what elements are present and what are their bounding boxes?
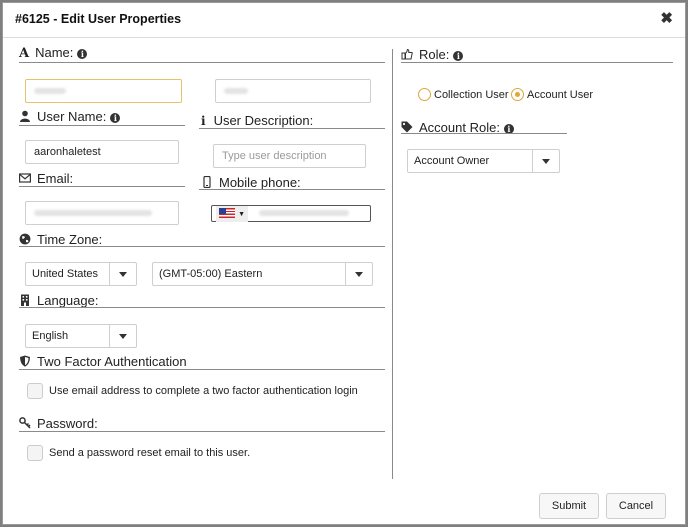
- mobile-phone-input[interactable]: ▼: [211, 205, 371, 222]
- shield-icon: [20, 355, 30, 367]
- timezone-select-value: (GMT-05:00) Eastern: [159, 268, 263, 280]
- two-factor-heading: Two Factor Authentication: [19, 354, 187, 369]
- info-icon[interactable]: i: [110, 113, 121, 123]
- email-label: Email:: [37, 171, 74, 186]
- key-icon: [19, 417, 31, 429]
- divider: [19, 62, 385, 63]
- close-icon[interactable]: ✖: [660, 10, 673, 28]
- username-heading: User Name: i: [19, 109, 121, 124]
- role-label: Role:: [419, 47, 450, 62]
- mobile-phone-heading: Mobile phone:: [201, 175, 301, 190]
- submit-button[interactable]: Submit: [539, 493, 599, 519]
- first-name-input[interactable]: [25, 79, 182, 103]
- divider: [199, 128, 385, 129]
- mobile-icon: [203, 176, 211, 188]
- role-heading: Role: i: [401, 47, 464, 62]
- cancel-button[interactable]: Cancel: [606, 493, 666, 519]
- font-icon: A: [19, 46, 30, 61]
- caret-down-icon: ▼: [238, 211, 245, 218]
- divider: [19, 369, 385, 370]
- password-reset-checkbox-label: Send a password reset email to this user…: [49, 447, 251, 459]
- divider: [199, 189, 385, 190]
- time-zone-heading: Time Zone:: [19, 232, 102, 247]
- divider: [19, 431, 385, 432]
- username-label: User Name:: [37, 109, 107, 124]
- account-role-select-value: Account Owner: [414, 155, 490, 167]
- divider: [19, 186, 185, 187]
- radio-collection-user-label: Collection User: [434, 89, 509, 101]
- username-input[interactable]: aaronhaletest: [25, 140, 179, 164]
- name-label: Name:: [35, 45, 74, 60]
- envelope-icon: [19, 173, 31, 183]
- dialog-titlebar: #6125 - Edit User Properties ✖: [3, 3, 685, 38]
- user-description-input[interactable]: Type user description: [213, 144, 366, 168]
- radio-account-user-label: Account User: [527, 89, 594, 101]
- user-description-heading: i User Description:: [201, 113, 313, 128]
- tag-icon: [401, 121, 413, 133]
- account-role-select[interactable]: Account Owner: [407, 149, 560, 173]
- chevron-down-icon[interactable]: [109, 263, 136, 285]
- email-heading: Email:: [19, 171, 73, 186]
- language-select-value: English: [32, 330, 69, 342]
- two-factor-checkbox[interactable]: [27, 383, 43, 399]
- user-icon: [20, 110, 30, 122]
- chevron-down-icon[interactable]: [532, 150, 559, 172]
- country-select[interactable]: United States: [25, 262, 137, 286]
- country-code-select[interactable]: ▼: [216, 206, 248, 222]
- two-factor-checkbox-label: Use email address to complete a two fact…: [49, 385, 358, 397]
- radio-collection-user[interactable]: [418, 88, 431, 101]
- divider: [401, 62, 673, 63]
- last-name-input[interactable]: [215, 79, 371, 103]
- email-input[interactable]: [25, 201, 179, 225]
- dialog-title: #6125 - Edit User Properties: [15, 12, 182, 26]
- chevron-down-icon[interactable]: [345, 263, 372, 285]
- hand-pointer-icon: [401, 48, 413, 60]
- user-description-label: User Description:: [213, 113, 314, 128]
- language-select[interactable]: English: [25, 324, 137, 348]
- divider: [19, 125, 185, 126]
- divider: [19, 246, 385, 247]
- language-heading: Language:: [19, 293, 98, 308]
- divider: [401, 133, 567, 134]
- timezone-select[interactable]: (GMT-05:00) Eastern: [152, 262, 373, 286]
- column-divider: [392, 49, 393, 479]
- building-icon: [21, 294, 29, 306]
- mobile-phone-label: Mobile phone:: [219, 175, 301, 190]
- info-icon[interactable]: i: [453, 51, 464, 61]
- country-select-value: United States: [32, 268, 99, 280]
- password-label: Password:: [37, 416, 98, 431]
- language-label: Language:: [37, 293, 99, 308]
- us-flag-icon: [219, 208, 235, 219]
- name-heading: A Name: i: [19, 45, 88, 61]
- globe-icon: [19, 233, 31, 245]
- password-heading: Password:: [19, 416, 98, 431]
- edit-user-dialog: #6125 - Edit User Properties ✖ A Name: i U…: [2, 2, 686, 525]
- two-factor-label: Two Factor Authentication: [37, 354, 187, 369]
- chevron-down-icon[interactable]: [109, 325, 136, 347]
- info-icon: i: [201, 114, 206, 128]
- info-icon[interactable]: i: [77, 49, 88, 59]
- divider: [19, 307, 385, 308]
- radio-account-user[interactable]: [511, 88, 524, 101]
- time-zone-label: Time Zone:: [37, 232, 103, 247]
- password-reset-checkbox[interactable]: [27, 445, 43, 461]
